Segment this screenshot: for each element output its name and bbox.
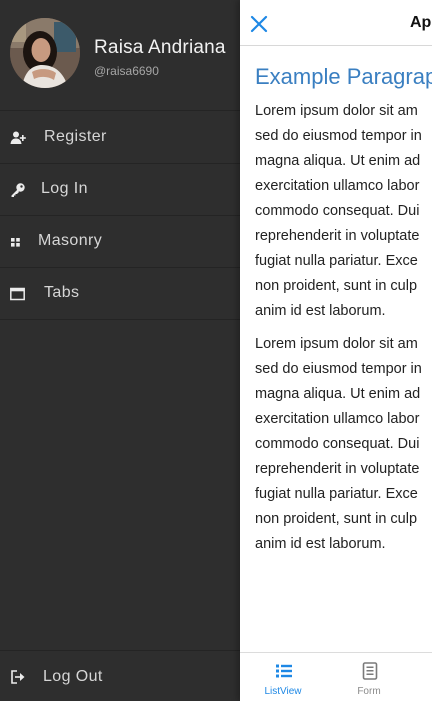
drawer-item-label: Masonry [38,232,103,249]
avatar[interactable] [10,18,80,88]
drawer-item-tabs[interactable]: Tabs [0,268,240,320]
close-icon [250,15,268,33]
drawer-menu: Register Log In Masonry Tabs [0,112,240,320]
drawer-item-masonry[interactable]: Masonry [0,216,240,268]
log-out-label: Log Out [43,668,103,685]
drawer-item-label: Log In [41,180,88,197]
tab-label: ListView [264,686,302,697]
list-icon [275,662,293,680]
user-handle: @raisa6690 [94,64,159,78]
drawer-item-register[interactable]: Register [0,112,240,164]
key-icon [10,182,26,198]
tab-label: Form [357,686,381,697]
log-out-button[interactable]: Log Out [0,650,240,701]
paragraph: Lorem ipsum dolor sit am sed do eiusmod … [255,103,422,319]
content-area: Example Paragrap Lorem ipsum dolor sit a… [255,64,432,565]
main-panel: Ap Example Paragrap Lorem ipsum dolor si… [240,0,432,701]
close-drawer-button[interactable] [250,15,268,33]
page-title: Ap [410,14,432,31]
tab-listview[interactable]: ListView [240,653,326,701]
paragraph: Lorem ipsum dolor sit am sed do eiusmod … [255,336,422,552]
avatar-photo [10,18,80,88]
user-profile-header: Raisa Andriana @raisa6690 [0,0,240,111]
drawer-item-label: Register [44,128,107,145]
user-name: Raisa Andriana [94,37,226,58]
drawer-item-label: Tabs [44,284,80,301]
section-heading: Example Paragrap [255,64,432,89]
drawer-item-log-in[interactable]: Log In [0,164,240,216]
tab-form[interactable]: Form [326,653,412,701]
navigation-drawer: Raisa Andriana @raisa6690 Register Log I… [0,0,240,701]
bottom-tab-bar: ListView Form [240,652,432,701]
window-icon [10,286,26,302]
sign-out-icon [10,669,26,685]
document-icon [361,662,379,680]
app-bar: Ap [240,0,432,46]
add-user-icon [10,130,26,146]
grid-icon [10,234,26,250]
